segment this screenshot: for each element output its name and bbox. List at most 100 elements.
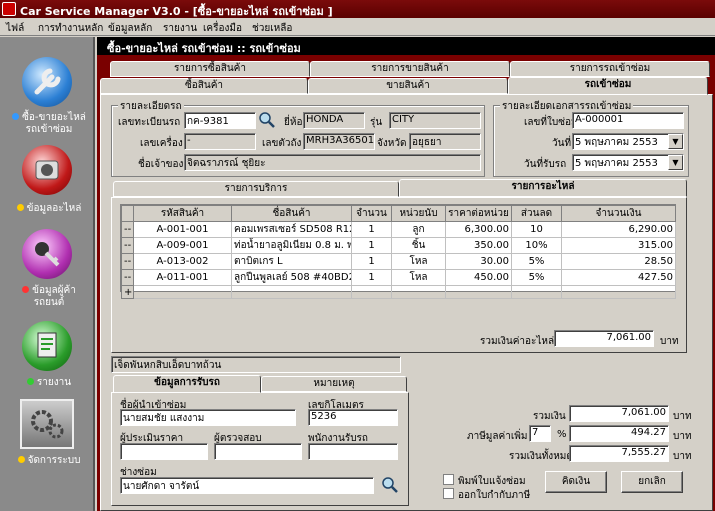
column-header[interactable]: จำนวน xyxy=(351,205,392,222)
inspector-field[interactable] xyxy=(214,443,302,460)
cell-qty[interactable]: 1 xyxy=(351,269,392,286)
tab-label: ซื้อสินค้า xyxy=(184,80,224,91)
cell-code[interactable]: A-009-001 xyxy=(133,237,232,254)
receiver-field[interactable] xyxy=(308,443,398,460)
cell-name[interactable]: ท่อน้ำยาอลูมิเนียม 0.8 ม. พร้อมแพ xyxy=(231,237,352,254)
sum-field: 7,061.00 xyxy=(569,405,669,422)
chevron-down-icon[interactable]: ▼ xyxy=(668,155,683,170)
tab-purchase-list[interactable]: รายการซื้อสินค้า xyxy=(110,61,310,77)
menu-reports[interactable]: รายงาน xyxy=(163,21,197,36)
doc-no-label: เลขที่ใบซ่อม xyxy=(524,117,578,128)
menu-file[interactable]: ไฟล์ xyxy=(6,21,24,36)
cell-unit[interactable]: ชิ้น xyxy=(391,237,446,254)
search-icon[interactable] xyxy=(382,477,398,493)
sidebar-dot xyxy=(22,286,30,293)
tab-service[interactable]: รถเข้าซ่อม xyxy=(508,77,708,95)
grand-field: 7,555.27 xyxy=(569,445,669,462)
table-new-row[interactable]: + xyxy=(121,285,676,299)
cell-name[interactable]: ตาบิตเกร L xyxy=(231,253,352,270)
tab-purchase[interactable]: ซื้อสินค้า xyxy=(100,78,308,94)
column-header[interactable]: ราคาต่อหน่วย xyxy=(445,205,512,222)
row-marker[interactable]: -- xyxy=(121,269,134,286)
tab-sales[interactable]: ขายสินค้า xyxy=(308,78,508,94)
doc-no-field[interactable]: A-000001 xyxy=(572,112,684,129)
cell-unit[interactable]: โหล xyxy=(391,253,446,270)
cell-price[interactable]: 450.00 xyxy=(445,269,512,286)
menu-main[interactable]: การทำงานหลัก xyxy=(38,21,103,36)
cell-qty[interactable]: 1 xyxy=(351,253,392,270)
plate-field[interactable]: กค-9381 xyxy=(184,112,256,129)
new-row-marker[interactable]: + xyxy=(121,285,134,299)
grand-label: รวมเงินทั้งหมด xyxy=(509,451,573,462)
sidebar-dot xyxy=(12,113,20,120)
chevron-down-icon[interactable]: ▼ xyxy=(668,134,683,149)
cell-name[interactable]: คอมเพรสเซอร์ SD508 R12 NEW xyxy=(231,221,352,238)
tab-service-list[interactable]: รายการรถเข้าซ่อม xyxy=(510,61,710,77)
print-receipt-checkbox[interactable] xyxy=(443,474,454,485)
row-marker[interactable]: -- xyxy=(121,221,134,238)
tab-services[interactable]: รายการบริการ xyxy=(113,181,399,197)
table-row[interactable]: -- A-009-001 ท่อน้ำยาอลูมิเนียม 0.8 ม. พ… xyxy=(121,237,676,254)
sidebar-item-reports[interactable]: รายงาน xyxy=(0,317,95,397)
menu-master-data[interactable]: ข้อมูลหลัก xyxy=(108,21,152,36)
column-header[interactable]: รหัสสินค้า xyxy=(133,205,232,222)
menu-help[interactable]: ช่วยเหลือ xyxy=(252,21,292,36)
pickup-date-select[interactable]: 5 พฤษภาคม 2553 ▼ xyxy=(572,154,684,171)
row-marker[interactable]: -- xyxy=(121,237,134,254)
menu-tools[interactable]: เครื่องมือ xyxy=(203,21,242,36)
cell-code[interactable]: A-013-002 xyxy=(133,253,232,270)
cell-qty[interactable]: 1 xyxy=(351,221,392,238)
appraiser-field[interactable] xyxy=(120,443,208,460)
column-header[interactable]: หน่วยนับ xyxy=(391,205,446,222)
date-label: วันที่ xyxy=(552,138,572,149)
cell-discount[interactable]: 10 xyxy=(511,221,562,238)
cell-discount[interactable]: 10% xyxy=(511,237,562,254)
column-header[interactable]: ชื่อสินค้า xyxy=(231,205,352,222)
cell-price[interactable]: 6,300.00 xyxy=(445,221,512,238)
cell-code[interactable]: A-001-001 xyxy=(133,221,232,238)
column-header[interactable]: จำนวนเงิน xyxy=(561,205,676,222)
mechanic-field[interactable]: นายศักดา จารัตน์ xyxy=(120,477,374,494)
cell-qty[interactable]: 1 xyxy=(351,237,392,254)
tab-parts[interactable]: รายการอะไหล่ xyxy=(399,179,687,197)
sidebar-item-system[interactable]: จัดการระบบ xyxy=(0,397,95,487)
tab-notes[interactable]: หมายเหตุ xyxy=(261,376,407,392)
cell-discount[interactable]: 5% xyxy=(511,269,562,286)
table-row[interactable]: -- A-013-002 ตาบิตเกร L 1 โหล 30.00 5% 2… xyxy=(121,253,676,270)
vat-label: ภาษีมูลค่าเพิ่ม xyxy=(467,431,528,442)
cell-name[interactable]: ลูกปืนพูลเลย์ 508 #40BD219DU xyxy=(231,269,352,286)
mileage-field[interactable]: 5236 xyxy=(308,409,398,426)
main-panel: รายละเอียดรถ เลขทะเบียนรถ กค-9381 ยี่ห้อ… xyxy=(100,94,713,511)
title-bar: Car Service Manager V3.0 - [ซื้อ-ขายอะไห… xyxy=(0,0,715,18)
tab-sales-list[interactable]: รายการขายสินค้า xyxy=(310,61,510,77)
search-icon[interactable] xyxy=(259,112,275,128)
cell-price[interactable]: 350.00 xyxy=(445,237,512,254)
cell-amount[interactable]: 6,290.00 xyxy=(561,221,676,238)
date-select[interactable]: 5 พฤษภาคม 2553 ▼ xyxy=(572,133,684,150)
tax-invoice-checkbox[interactable] xyxy=(443,488,454,499)
pay-button[interactable]: คิดเงิน xyxy=(545,471,607,493)
column-header[interactable]: ส่วนลด xyxy=(511,205,562,222)
table-row[interactable]: -- A-011-001 ลูกปืนพูลเลย์ 508 #40BD219D… xyxy=(121,269,676,286)
parts-table[interactable]: รหัสสินค้า ชื่อสินค้า จำนวน หน่วยนับ ราค… xyxy=(120,204,676,299)
cell-discount[interactable]: 5% xyxy=(511,253,562,270)
tab-receive-info[interactable]: ข้อมูลการรับรถ xyxy=(113,375,261,393)
table-row[interactable]: -- A-001-001 คอมเพรสเซอร์ SD508 R12 NEW … xyxy=(121,221,676,238)
vat-rate-field[interactable]: 7 xyxy=(529,425,551,442)
sidebar-item-vendors[interactable]: ข้อมูลผู้ค้า รถยนต์ xyxy=(0,225,95,325)
cell-code[interactable]: A-011-001 xyxy=(133,269,232,286)
cell-unit[interactable]: โหล xyxy=(391,269,446,286)
sender-field[interactable]: นายสมชัย แสงงาม xyxy=(120,409,296,426)
row-marker[interactable]: -- xyxy=(121,253,134,270)
tab-label: รถเข้าซ่อม xyxy=(584,79,632,90)
cell-amount[interactable]: 315.00 xyxy=(561,237,676,254)
cell-unit[interactable]: ลูก xyxy=(391,221,446,238)
tab-label: ขายสินค้า xyxy=(386,80,430,91)
sidebar-item-parts-trade[interactable]: ซื้อ-ขายอะไหล่ รถเข้าซ่อม xyxy=(0,49,95,139)
sidebar-item-parts-data[interactable]: ข้อมูลอะไหล่ xyxy=(0,145,95,225)
cell-amount[interactable]: 427.50 xyxy=(561,269,676,286)
brand-field: HONDA xyxy=(303,112,365,129)
cancel-button[interactable]: ยกเลิก xyxy=(621,471,683,493)
cell-amount[interactable]: 28.50 xyxy=(561,253,676,270)
cell-price[interactable]: 30.00 xyxy=(445,253,512,270)
